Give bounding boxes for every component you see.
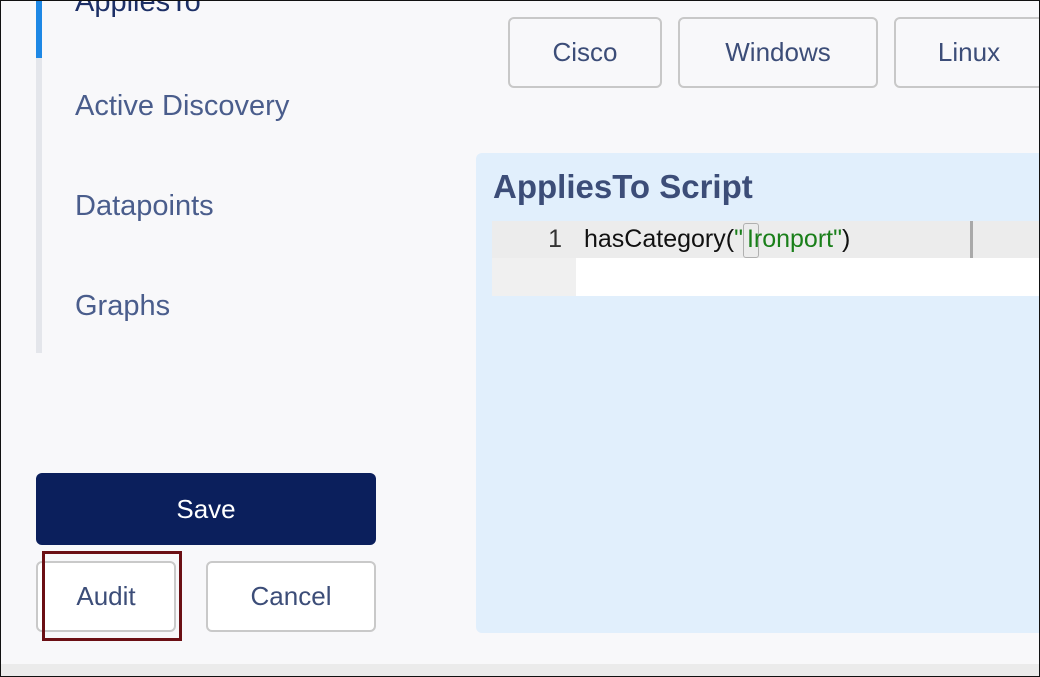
audit-button[interactable]: Audit [36, 561, 176, 632]
code-quote-open: " [734, 225, 743, 253]
script-title: AppliesTo Script [493, 168, 753, 205]
nav-item-active-discovery[interactable]: Active Discovery [75, 92, 289, 121]
nav-item-datapoints[interactable]: Datapoints [75, 192, 214, 221]
code-line[interactable]: hasCategory(" Ironport") [584, 221, 850, 258]
nav-item-graphs[interactable]: Graphs [75, 292, 170, 321]
code-string: Ironport [746, 225, 834, 253]
code-editor[interactable]: 1 hasCategory(" Ironport") [492, 221, 1040, 296]
template-cisco-button[interactable]: Cisco [508, 17, 662, 88]
code-function: hasCategory( [584, 225, 735, 253]
code-quote-close: " [833, 225, 842, 253]
line-number: 1 [548, 225, 562, 253]
appliesto-script-panel: AppliesTo Script 1 hasCategory(" Ironport… [476, 153, 1040, 633]
nav-active-indicator [36, 0, 42, 58]
template-windows-button[interactable]: Windows [678, 17, 878, 88]
cancel-button[interactable]: Cancel [206, 561, 376, 632]
print-margin [970, 221, 973, 258]
save-button[interactable]: Save [36, 473, 376, 545]
code-paren-close: ) [842, 225, 851, 253]
bottom-strip [1, 664, 1039, 676]
template-linux-button[interactable]: Linux [894, 17, 1040, 88]
nav-item-appliesto[interactable]: AppliesTo [75, 0, 201, 17]
